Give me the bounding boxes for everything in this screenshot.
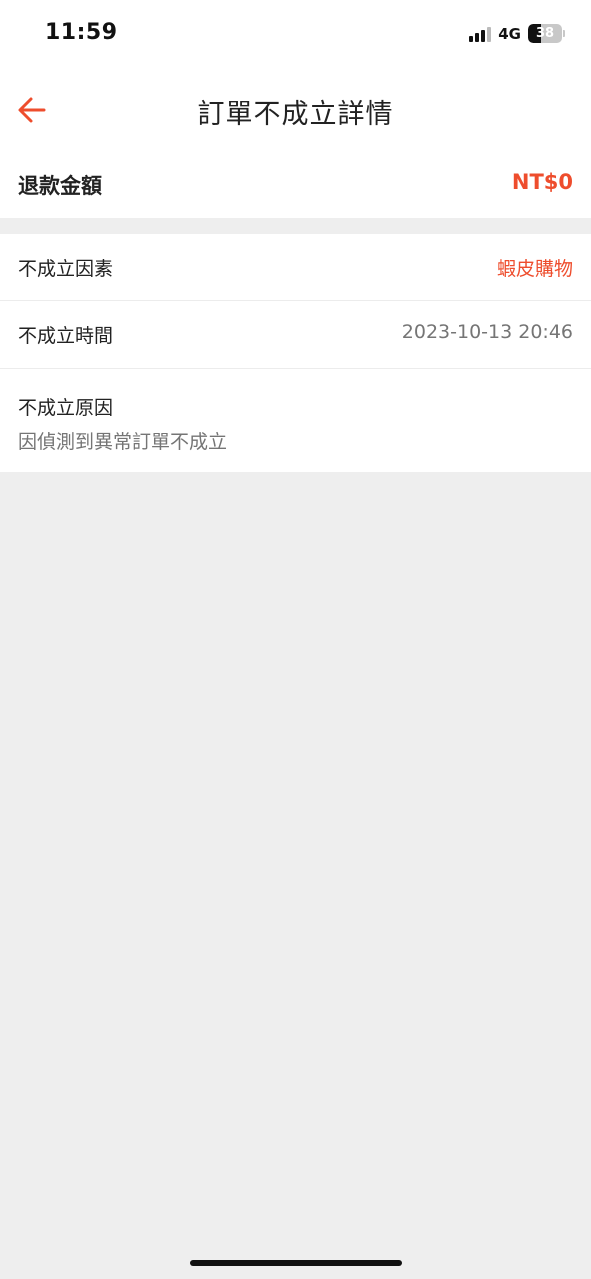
status-bar: 11:59 4G 38 <box>0 0 591 70</box>
page-title: 訂單不成立詳情 <box>197 99 394 130</box>
cancellation-reason-row: 不成立原因 因偵測到異常訂單不成立 <box>0 369 591 472</box>
cancellation-details-card: 不成立因素 蝦皮購物 不成立時間 2023-10-13 20:46 不成立原因 … <box>0 234 591 472</box>
page-header: 訂單不成立詳情 <box>0 70 591 152</box>
battery-icon: 38 <box>528 24 565 43</box>
cancellation-reason-label: 不成立原因 <box>18 397 114 419</box>
cancellation-time-label: 不成立時間 <box>18 325 114 347</box>
status-time: 11:59 <box>45 20 118 45</box>
cancellation-factor-value: 蝦皮購物 <box>496 258 573 280</box>
refund-amount-label: 退款金額 <box>18 174 102 198</box>
network-type-label: 4G <box>498 24 521 43</box>
signal-bars-icon <box>469 26 492 42</box>
home-indicator[interactable] <box>190 1260 402 1266</box>
cancellation-reason-value: 因偵測到異常訂單不成立 <box>18 431 228 453</box>
status-indicators: 4G 38 <box>469 24 565 43</box>
cancellation-factor-row: 不成立因素 蝦皮購物 <box>0 234 591 301</box>
refund-amount-row: 退款金額 NT$0 <box>0 152 591 218</box>
cancellation-time-value: 2023-10-13 20:46 <box>401 321 573 343</box>
cancellation-time-row: 不成立時間 2023-10-13 20:46 <box>0 301 591 369</box>
refund-amount-value: NT$0 <box>511 170 573 194</box>
battery-level-text: 38 <box>535 26 555 41</box>
cancellation-factor-label: 不成立因素 <box>18 258 114 280</box>
